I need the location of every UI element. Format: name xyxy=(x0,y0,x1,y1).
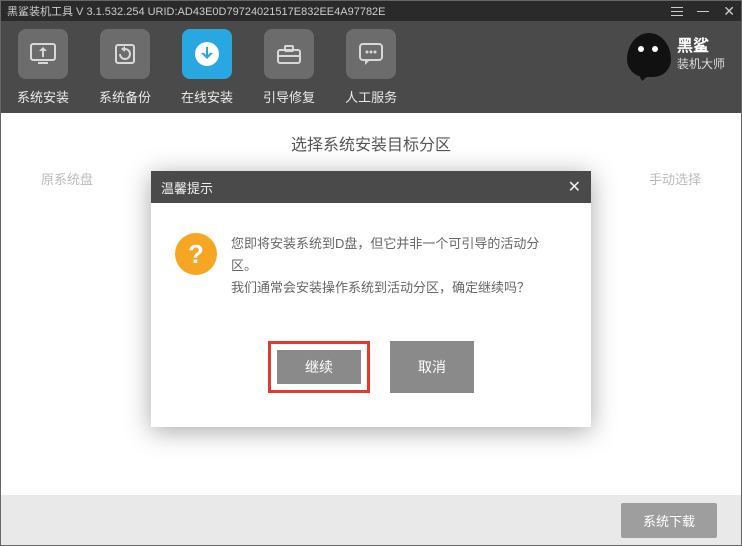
backup-icon xyxy=(100,29,150,79)
continue-highlight: 继续 xyxy=(268,341,370,393)
tab-label: 人工服务 xyxy=(345,87,397,106)
minimize-button[interactable] xyxy=(697,11,709,12)
footer-bar: 系统下载 xyxy=(1,495,741,545)
dialog-message: 您即将安装系统到D盘，但它并非一个可引导的活动分区。 我们通常会安装操作系统到活… xyxy=(231,233,563,299)
tab-boot-repair[interactable]: 引导修复 xyxy=(263,29,315,106)
brand-sub: 装机大师 xyxy=(677,55,725,72)
menu-icon[interactable] xyxy=(671,7,683,16)
brand-logo: 黑鲨 装机大师 xyxy=(627,33,725,77)
tab-system-install[interactable]: 系统安装 xyxy=(17,29,69,106)
question-icon: ? xyxy=(175,233,217,275)
dialog-close-button[interactable]: ✕ xyxy=(568,177,581,197)
tab-customer-service[interactable]: 人工服务 xyxy=(345,29,397,106)
tab-label: 引导修复 xyxy=(263,87,315,106)
cancel-button[interactable]: 取消 xyxy=(390,341,474,393)
tab-label: 系统安装 xyxy=(17,87,69,106)
hint-left: 原系统盘 xyxy=(41,169,93,188)
tab-label: 系统备份 xyxy=(99,87,151,106)
dialog-message-line2: 我们通常会安装操作系统到活动分区，确定继续吗？ xyxy=(231,277,563,299)
confirm-dialog: 温馨提示 ✕ ? 您即将安装系统到D盘，但它并非一个可引导的活动分区。 我们通常… xyxy=(151,171,591,427)
content-area: 选择系统安装目标分区 原系统盘 手动选择 温馨提示 ✕ ? 您即将安装系统到D盘… xyxy=(1,113,741,495)
window-title: 黑鲨装机工具 V 3.1.532.254 URID:AD43E0D7972402… xyxy=(7,3,386,19)
main-toolbar: 系统安装 系统备份 在线安装 引导修复 xyxy=(1,21,741,113)
brand-name: 黑鲨 xyxy=(677,38,725,56)
shark-icon xyxy=(627,33,671,77)
window-controls: ✕ xyxy=(671,4,735,18)
app-window: 黑鲨装机工具 V 3.1.532.254 URID:AD43E0D7972402… xyxy=(0,0,742,546)
download-icon xyxy=(182,29,232,79)
tab-system-backup[interactable]: 系统备份 xyxy=(99,29,151,106)
page-title: 选择系统安装目标分区 xyxy=(1,131,741,155)
tab-label: 在线安装 xyxy=(181,87,233,106)
close-button[interactable]: ✕ xyxy=(723,4,735,18)
monitor-icon xyxy=(18,29,68,79)
toolbox-icon xyxy=(264,29,314,79)
system-download-button[interactable]: 系统下载 xyxy=(621,503,717,538)
chat-icon xyxy=(346,29,396,79)
dialog-title: 温馨提示 xyxy=(161,178,213,197)
dialog-actions: 继续 取消 xyxy=(151,323,591,427)
dialog-message-line1: 您即将安装系统到D盘，但它并非一个可引导的活动分区。 xyxy=(231,233,563,277)
hint-right: 手动选择 xyxy=(649,169,701,188)
continue-button[interactable]: 继续 xyxy=(277,350,361,384)
tab-online-install[interactable]: 在线安装 xyxy=(181,29,233,106)
tab-bar: 系统安装 系统备份 在线安装 引导修复 xyxy=(17,29,397,106)
dialog-titlebar: 温馨提示 ✕ xyxy=(151,171,591,203)
window-titlebar: 黑鲨装机工具 V 3.1.532.254 URID:AD43E0D7972402… xyxy=(1,1,741,21)
dialog-body: ? 您即将安装系统到D盘，但它并非一个可引导的活动分区。 我们通常会安装操作系统… xyxy=(151,203,591,323)
